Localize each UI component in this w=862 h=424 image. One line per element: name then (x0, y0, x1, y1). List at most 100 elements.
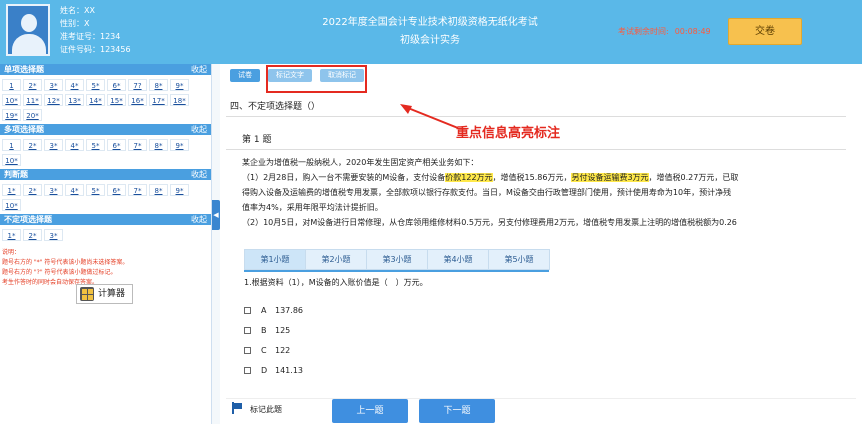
sidebar-collapse-handle[interactable]: ◀ (212, 200, 220, 230)
question-link[interactable]: 20* (23, 109, 42, 121)
collapse-button[interactable]: 收起 (191, 169, 207, 180)
calculator-icon (80, 287, 94, 301)
candidate-id: 123456 (100, 45, 131, 54)
question-link[interactable]: 18* (170, 94, 189, 106)
mark-question-button[interactable]: 标记此题 (250, 404, 282, 415)
question-link[interactable]: 3* (44, 79, 63, 91)
question-link[interactable]: 7* (128, 184, 147, 196)
question-grid: 1* 2* 3* (0, 225, 211, 244)
question-grid: 1 2* 3* 4* 5* 6* 7* 8* 9* 10* (0, 135, 211, 169)
section-title: 四、不定项选择题（） (230, 102, 321, 112)
question-link[interactable]: 5* (86, 79, 105, 91)
highlight-freight: 另付设备运输费3万元 (571, 173, 649, 182)
subquestion-tabs: 第1小题 第2小题 第3小题 第4小题 第5小题 (244, 249, 550, 272)
question-link[interactable]: 2* (23, 229, 42, 241)
flag-icon[interactable] (232, 402, 242, 414)
question-link[interactable]: 16* (128, 94, 147, 106)
question-link[interactable]: 4* (65, 184, 84, 196)
highlight-box (266, 65, 367, 93)
question-link[interactable]: 7? (128, 79, 147, 91)
collapse-button[interactable]: 收起 (191, 124, 207, 135)
subquestion-tab-1[interactable]: 第1小题 (244, 249, 306, 270)
question-link[interactable]: 17* (149, 94, 168, 106)
question-link[interactable]: 15* (107, 94, 126, 106)
collapse-button[interactable]: 收起 (191, 214, 207, 225)
question-link[interactable]: 8* (149, 79, 168, 91)
question-link[interactable]: 14* (86, 94, 105, 106)
section-title: 单项选择题 (4, 65, 44, 74)
subquestion-tab-4[interactable]: 第4小题 (427, 249, 489, 270)
question-link[interactable]: 10* (2, 154, 21, 166)
section-title: 多项选择题 (4, 125, 44, 134)
prev-question-button[interactable]: 上一题 (332, 399, 408, 423)
collapse-button[interactable]: 收起 (191, 64, 207, 75)
question-link[interactable]: 2* (23, 184, 42, 196)
question-link[interactable]: 6* (107, 184, 126, 196)
question-link[interactable]: 7* (128, 139, 147, 151)
answer-options: A 137.86 B 125 C 122 D 141.13 (244, 300, 303, 380)
question-panel: 试卷 标记文字 取消标记 四、不定项选择题（） 第 1 题 重点信息高亮标注 某… (220, 64, 862, 424)
candidate-gender: X (84, 19, 90, 28)
question-link[interactable]: 3* (44, 139, 63, 151)
next-question-button[interactable]: 下一题 (419, 399, 495, 423)
question-link[interactable]: 5* (86, 184, 105, 196)
question-link[interactable]: 9* (170, 139, 189, 151)
highlight-price: 价款122万元 (445, 173, 493, 182)
section-header: 单项选择题 收起 (0, 64, 211, 75)
question-link[interactable]: 3* (44, 229, 63, 241)
exam-title: 2022年度全国会计专业技术初级资格无纸化考试 初级会计实务 (322, 17, 538, 46)
question-link[interactable]: 13* (65, 94, 84, 106)
question-link[interactable]: 8* (149, 139, 168, 151)
checkbox[interactable] (244, 306, 251, 314)
question-link[interactable]: 1* (2, 184, 21, 196)
arrow-icon (400, 104, 459, 129)
question-stem: 某企业为增值税一般纳税人，2020年发生固定资产相关业务如下： （1）2月28日… (242, 158, 739, 227)
candidate-info: 姓名：XX 性别：X 准考证号：1234 证件号码：123456 (60, 6, 131, 54)
question-link[interactable]: 6* (107, 139, 126, 151)
question-grid: 1 2* 3* 4* 5* 6* 7? 8* 9* 10* 11* 12* 13* 14* 15* 16* 17… (0, 75, 211, 124)
section-header: 判断题 收起 (0, 169, 211, 180)
option-a[interactable]: A 137.86 (244, 300, 303, 320)
question-link[interactable]: 12* (44, 94, 63, 106)
candidate-avatar (6, 4, 50, 56)
section-header: 不定项选择题 收起 (0, 214, 211, 225)
section-title: 判断题 (4, 170, 28, 179)
subquestion-tab-5[interactable]: 第5小题 (488, 249, 550, 270)
checkbox[interactable] (244, 346, 251, 354)
option-b[interactable]: B 125 (244, 320, 303, 340)
timer-value: 00:08:49 (674, 27, 711, 36)
question-link[interactable]: 6* (107, 79, 126, 91)
question-link[interactable]: 19* (2, 109, 21, 121)
candidate-ticket: 1234 (100, 32, 121, 41)
checkbox[interactable] (244, 326, 251, 334)
tab-paper[interactable]: 试卷 (230, 69, 260, 82)
question-link[interactable]: 4* (65, 79, 84, 91)
subquestion-tab-3[interactable]: 第3小题 (366, 249, 428, 270)
question-link[interactable]: 1 (2, 79, 21, 91)
subquestion-tab-2[interactable]: 第2小题 (305, 249, 367, 270)
checkbox[interactable] (244, 366, 251, 374)
question-link[interactable]: 1* (2, 229, 21, 241)
question-link[interactable]: 4* (65, 139, 84, 151)
annotation-text: 重点信息高亮标注 (456, 126, 561, 141)
question-link[interactable]: 2* (23, 79, 42, 91)
question-link[interactable]: 10* (2, 199, 21, 211)
section-header: 多项选择题 收起 (0, 124, 211, 135)
question-link[interactable]: 9* (170, 184, 189, 196)
question-link[interactable]: 11* (23, 94, 42, 106)
question-link[interactable]: 1 (2, 139, 21, 151)
question-link[interactable]: 3* (44, 184, 63, 196)
option-c[interactable]: C 122 (244, 340, 303, 360)
option-d[interactable]: D 141.13 (244, 360, 303, 380)
section-title: 不定项选择题 (4, 215, 52, 224)
timer: 考试剩余时间: 00:08:49 (618, 27, 711, 36)
question-link[interactable]: 5* (86, 139, 105, 151)
question-link[interactable]: 8* (149, 184, 168, 196)
question-link[interactable]: 2* (23, 139, 42, 151)
calculator-button[interactable]: 计算器 (76, 284, 133, 304)
submit-button[interactable]: 交卷 (728, 18, 802, 45)
exam-header: 姓名：XX 性别：X 准考证号：1234 证件号码：123456 2022年度全… (0, 0, 862, 64)
question-nav-sidebar: 单项选择题 收起 1 2* 3* 4* 5* 6* 7? 8* 9* 10* 11* 12* 13* 14* 1… (0, 64, 212, 424)
question-link[interactable]: 10* (2, 94, 21, 106)
question-link[interactable]: 9* (170, 79, 189, 91)
